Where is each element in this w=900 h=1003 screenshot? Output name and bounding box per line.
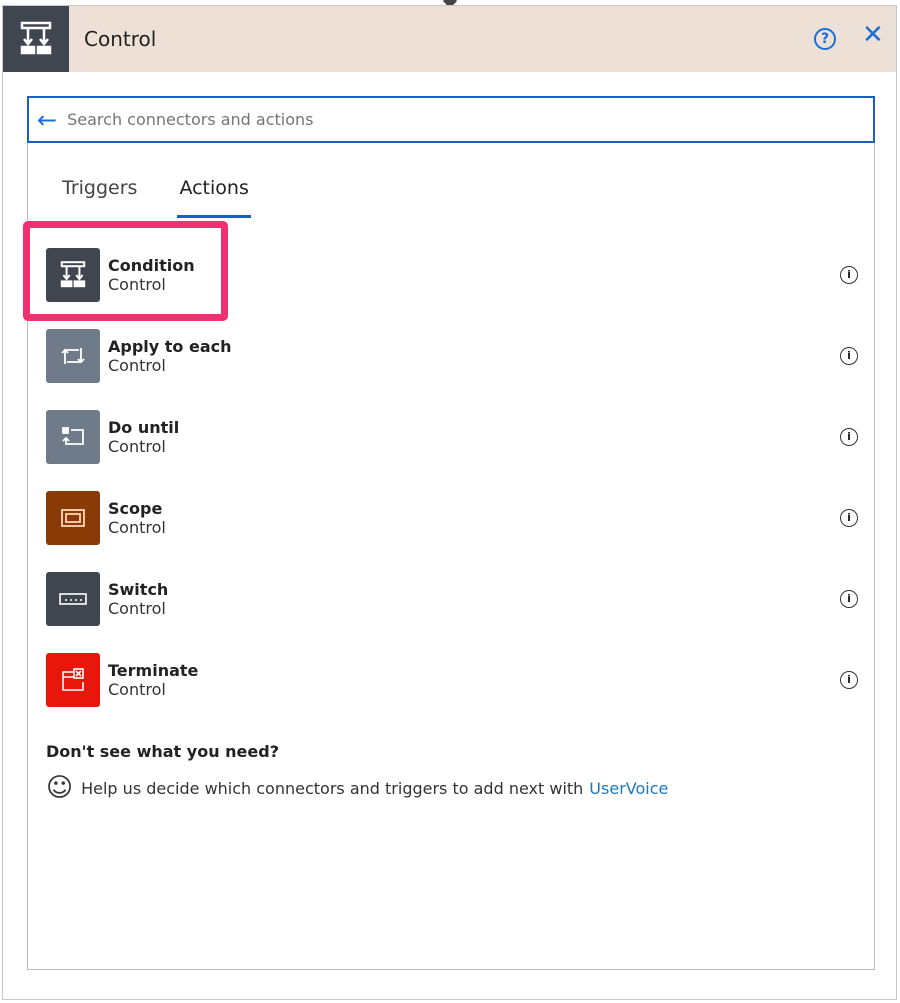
search-box: ←: [27, 96, 875, 143]
tab-bar: Triggers Actions: [62, 177, 251, 218]
help-icon[interactable]: ?: [814, 28, 836, 50]
action-name: Terminate: [108, 661, 198, 680]
panel-header: Control ? ✕: [3, 6, 896, 72]
action-connector: Control: [108, 437, 179, 456]
action-text: Apply to eachControl: [108, 337, 232, 375]
close-icon[interactable]: ✕: [862, 20, 884, 50]
info-icon[interactable]: i: [840, 590, 858, 608]
footer-text: ☺ Help us decide which connectors and tr…: [46, 773, 668, 803]
action-item-apply-to-each[interactable]: Apply to eachControl i: [46, 328, 858, 384]
footer-message: Help us decide which connectors and trig…: [81, 779, 583, 798]
action-text: Do untilControl: [108, 418, 179, 456]
panel-title: Control: [84, 27, 156, 51]
action-connector: Control: [108, 356, 232, 375]
info-icon[interactable]: i: [840, 428, 858, 446]
info-icon[interactable]: i: [840, 671, 858, 689]
action-text: SwitchControl: [108, 580, 168, 618]
terminate-icon: [46, 653, 100, 707]
search-input[interactable]: [67, 110, 767, 129]
condition-icon: [3, 6, 69, 72]
loop-icon: [46, 329, 100, 383]
control-panel: Control ? ✕ ← Triggers Actions Condition…: [2, 5, 897, 1000]
action-name: Apply to each: [108, 337, 232, 356]
action-name: Switch: [108, 580, 168, 599]
back-arrow-icon[interactable]: ←: [37, 106, 57, 134]
action-connector: Control: [108, 518, 166, 537]
action-text: TerminateControl: [108, 661, 198, 699]
do-until-icon: [46, 410, 100, 464]
info-icon[interactable]: i: [840, 266, 858, 284]
action-text: ScopeControl: [108, 499, 166, 537]
action-item-do-until[interactable]: Do untilControl i: [46, 409, 858, 465]
info-icon[interactable]: i: [840, 509, 858, 527]
uservoice-link[interactable]: UserVoice: [589, 779, 668, 798]
action-name: Do until: [108, 418, 179, 437]
tab-actions[interactable]: Actions: [177, 177, 250, 218]
footer-heading: Don't see what you need?: [46, 742, 279, 761]
info-icon[interactable]: i: [840, 347, 858, 365]
search-panel: ← Triggers Actions ConditionControl i Ap…: [27, 96, 875, 970]
scope-icon: [46, 491, 100, 545]
smiley-icon: ☺: [46, 773, 73, 803]
highlight-box: [23, 221, 228, 321]
action-item-terminate[interactable]: TerminateControl i: [46, 652, 858, 708]
action-item-switch[interactable]: SwitchControl i: [46, 571, 858, 627]
tab-triggers[interactable]: Triggers: [62, 177, 137, 218]
action-name: Scope: [108, 499, 166, 518]
action-item-scope[interactable]: ScopeControl i: [46, 490, 858, 546]
switch-icon: [46, 572, 100, 626]
action-connector: Control: [108, 599, 168, 618]
action-connector: Control: [108, 680, 198, 699]
